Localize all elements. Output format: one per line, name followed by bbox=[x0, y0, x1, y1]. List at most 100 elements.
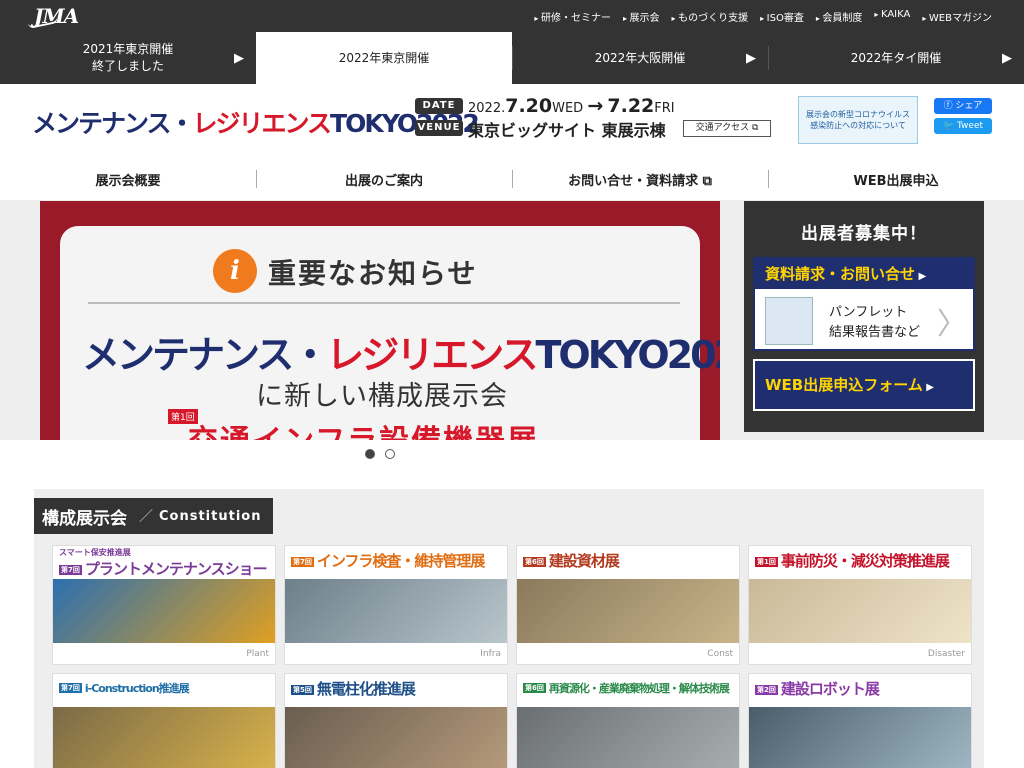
venue-name: 東京ビッグサイト 東展示棟 bbox=[468, 121, 666, 140]
year-tabs: 2021年東京開催終了しました ▶ 2022年東京開催 ▶ 2022年大阪開催 … bbox=[0, 32, 1024, 84]
exhibition-name: 再資源化・産業廃棄物処理・解体技術展 bbox=[548, 682, 730, 695]
exhibition-card[interactable]: 第6回 建設資材展 Const bbox=[516, 545, 740, 665]
chevron-right-icon: 〉 bbox=[937, 307, 967, 342]
date-badge: DATE bbox=[415, 98, 463, 114]
utility-link-iso[interactable]: ISO審査 bbox=[760, 9, 804, 24]
tab-label: 2022年タイ開催 bbox=[850, 50, 942, 65]
exhibition-title: 第1回 事前防災・減災対策推進展 bbox=[749, 546, 971, 579]
top-utility-bar: JMA 研修・セミナー 展示会 ものづくり支援 ISO審査 会員制度 KAIKA… bbox=[0, 0, 1024, 32]
exhibition-edition-badge: 第5回 bbox=[291, 684, 314, 695]
exhibition-photo bbox=[53, 707, 275, 768]
exhibition-name: インフラ検査・維持管理展 bbox=[316, 552, 486, 570]
exhibition-card[interactable]: 第2回 建設ロボット展 bbox=[748, 673, 972, 768]
exhibition-card[interactable]: 第1回 事前防災・減災対策推進展 Disaster bbox=[748, 545, 972, 665]
tab-2022-osaka[interactable]: 2022年大阪開催 ▶ bbox=[512, 32, 768, 84]
exhibition-english-label: Disaster bbox=[927, 649, 965, 659]
utility-link-kaika[interactable]: KAIKA bbox=[874, 9, 910, 24]
report-label: 結果報告書など bbox=[829, 325, 921, 340]
exhibition-name: プラントメンテナンスショー bbox=[84, 560, 268, 578]
exhibition-title: 第7回 インフラ検査・維持管理展 bbox=[285, 546, 507, 579]
tab-2021-tokyo[interactable]: 2021年東京開催 終了しました ▶ bbox=[0, 32, 256, 84]
title-main: メンテナンス・ bbox=[32, 109, 195, 138]
utility-link-seminar[interactable]: 研修・セミナー bbox=[534, 9, 611, 24]
slide-title: メンテナンス・レジリエンスTOKYO2022 bbox=[82, 324, 720, 379]
exhibition-name: 事前防災・減災対策推進展 bbox=[780, 552, 950, 570]
tweet-button[interactable]: 🐦 Tweet bbox=[934, 118, 992, 134]
exhibition-name: 無電柱化推進展 bbox=[316, 680, 416, 698]
site-title-logo[interactable]: メンテナンス・レジリエンスTOKYO2022 bbox=[32, 104, 480, 140]
tab-label: 2022年東京開催 bbox=[338, 50, 430, 65]
hero-slide[interactable]: i 重要なお知らせ メンテナンス・レジリエンスTOKYO2022 に新しい構成展… bbox=[40, 201, 720, 440]
utility-link-web-magazine[interactable]: WEBマガジン bbox=[922, 9, 992, 24]
document-request-header: 資料請求・お問い合せ bbox=[755, 259, 973, 289]
date-end-day: FRI bbox=[654, 101, 675, 116]
section-heading-separator: ／ bbox=[139, 509, 153, 525]
tab-2022-thailand[interactable]: 2022年タイ開催 ▶ bbox=[768, 32, 1024, 84]
main-nav: 展示会概要 出展のご案内 お問い合せ・資料請求 ⧉ WEB出展申込 bbox=[0, 158, 1024, 200]
corona-line1: 展示会の新型コロナウイルス bbox=[806, 110, 910, 119]
exhibition-photo bbox=[517, 579, 739, 643]
exhibition-card[interactable]: 第6回 再資源化・産業廃棄物処理・解体技術展 bbox=[516, 673, 740, 768]
date-arrow-icon: → bbox=[587, 95, 604, 117]
date-start: 7.20 bbox=[505, 95, 553, 117]
exhibition-title: 第6回 建設資材展 bbox=[517, 546, 739, 579]
exhibition-card[interactable]: 第7回 i-Construction推進展 bbox=[52, 673, 276, 768]
corona-notice-banner[interactable]: 展示会の新型コロナウイルス 感染防止への対応について bbox=[798, 96, 918, 144]
exhibitor-recruit-panel: 出展者募集中！ 資料請求・お問い合せ パンフレット 結果報告書など 〉 WEB出… bbox=[744, 201, 984, 432]
date-prefix: 2022. bbox=[468, 101, 506, 116]
chevron-right-icon: ▶ bbox=[234, 51, 244, 66]
exhibition-edition-badge: 第6回 bbox=[523, 682, 546, 693]
exhibition-card[interactable]: 第5回 無電柱化推進展 bbox=[284, 673, 508, 768]
access-button[interactable]: 交通アクセス ⧉ bbox=[683, 120, 771, 137]
utility-link-membership[interactable]: 会員制度 bbox=[816, 9, 862, 24]
chevron-right-icon: ▶ bbox=[1002, 51, 1012, 66]
exhibition-edition-badge: 第6回 bbox=[523, 556, 546, 567]
nav-contact-request[interactable]: お問い合せ・資料請求 ⧉ bbox=[512, 158, 768, 200]
slide-tail-text: 交通インフラ設備機器展 bbox=[188, 416, 539, 440]
exhibition-edition-badge: 第2回 bbox=[755, 684, 778, 695]
recruit-title: 出展者募集中！ bbox=[801, 224, 927, 244]
slider-dot-1[interactable] bbox=[365, 449, 375, 459]
exhibition-edition-badge: 第7回 bbox=[59, 564, 82, 575]
exhibition-title: 第2回 建設ロボット展 bbox=[749, 674, 971, 707]
slider-dot-2[interactable] bbox=[385, 449, 395, 459]
section-heading: 構成展示会 ／ Constitution bbox=[34, 498, 274, 534]
exhibition-photo bbox=[517, 707, 739, 768]
slide-subtitle: に新しい構成展示会 bbox=[256, 381, 508, 412]
slide-title-tail: TOKYO2022 bbox=[535, 333, 721, 377]
exhibition-english-label: Infra bbox=[480, 649, 501, 659]
section-heading-en: Constitution bbox=[159, 508, 262, 524]
nav-web-application[interactable]: WEB出展申込 bbox=[768, 158, 1024, 200]
info-icon: i bbox=[213, 249, 257, 293]
exhibition-title: 第7回 i-Construction推進展 bbox=[53, 674, 275, 707]
slide-title-main: メンテナンス・ bbox=[82, 333, 329, 377]
tab-label: 2021年東京開催 bbox=[82, 42, 174, 56]
exhibition-photo bbox=[285, 579, 507, 643]
web-application-form-button[interactable]: WEB出展申込フォーム bbox=[753, 359, 975, 411]
exhibition-photo bbox=[749, 579, 971, 643]
exhibition-photo bbox=[285, 707, 507, 768]
nav-overview[interactable]: 展示会概要 bbox=[0, 158, 256, 200]
exhibition-kicker: スマート保安推進展 bbox=[59, 548, 131, 557]
tab-sublabel: 終了しました bbox=[91, 59, 164, 73]
exhibition-title: スマート保安推進展 第7回 プラントメンテナンスショー bbox=[53, 546, 275, 579]
exhibition-edition-badge: 第7回 bbox=[59, 682, 82, 693]
exhibition-english-label: Plant bbox=[246, 649, 269, 659]
utility-link-monozukuri[interactable]: ものづくり支援 bbox=[672, 9, 748, 24]
exhibition-name: 建設資材展 bbox=[548, 552, 620, 570]
exhibition-title: 第6回 再資源化・産業廃棄物処理・解体技術展 bbox=[517, 674, 739, 707]
utility-link-exhibition[interactable]: 展示会 bbox=[623, 9, 660, 24]
document-request-button[interactable]: 資料請求・お問い合せ パンフレット 結果報告書など 〉 bbox=[753, 257, 975, 351]
facebook-share-button[interactable]: ⓕ シェア bbox=[934, 98, 992, 114]
exhibition-card[interactable]: スマート保安推進展 第7回 プラントメンテナンスショー Plant bbox=[52, 545, 276, 665]
exhibition-card[interactable]: 第7回 インフラ検査・維持管理展 Infra bbox=[284, 545, 508, 665]
nav-exhibit-guide[interactable]: 出展のご案内 bbox=[256, 158, 512, 200]
date-start-day: WED bbox=[552, 101, 584, 116]
exhibition-photo bbox=[53, 579, 275, 643]
utility-links: 研修・セミナー 展示会 ものづくり支援 ISO審査 会員制度 KAIKA WEB… bbox=[534, 9, 992, 24]
slide-card: i 重要なお知らせ メンテナンス・レジリエンスTOKYO2022 に新しい構成展… bbox=[60, 226, 720, 440]
slide-title-red: レジリエンス bbox=[326, 333, 538, 377]
tab-2022-tokyo[interactable]: 2022年東京開催 ▶ bbox=[256, 32, 512, 84]
exhibition-photo bbox=[749, 707, 971, 768]
exhibition-name: i-Construction推進展 bbox=[84, 682, 190, 695]
